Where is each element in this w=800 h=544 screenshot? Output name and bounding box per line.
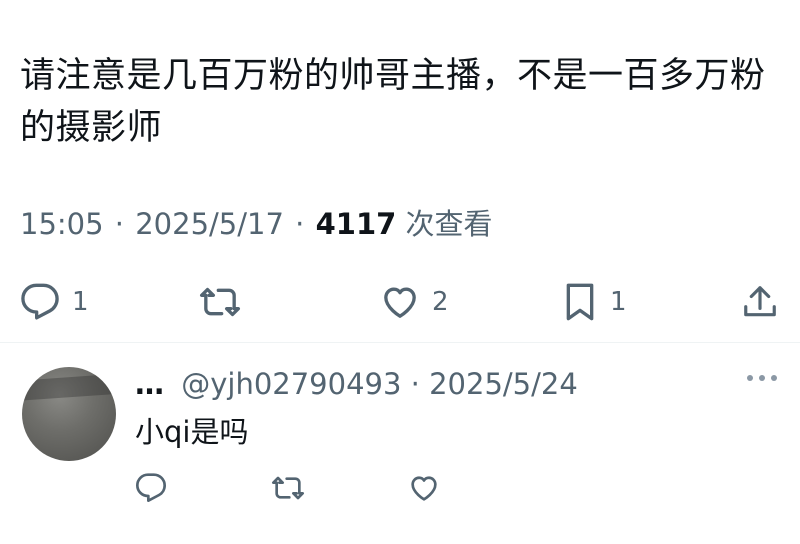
like-count: 2 [432, 287, 449, 317]
bookmark-count: 1 [610, 287, 627, 317]
share-icon [741, 282, 779, 322]
avatar[interactable] [22, 367, 116, 461]
share-button[interactable] [741, 282, 779, 322]
retweet-icon [270, 472, 306, 504]
tweet-date[interactable]: 2025/5/17 [135, 207, 284, 241]
divider [0, 342, 800, 343]
tweet-detail-page: 请注意是几百万粉的帅哥主播，不是一百多万粉的摄影师 15:05 · 2025/5… [0, 0, 800, 544]
reply-text: 小qi是吗 [135, 415, 249, 449]
views-count[interactable]: 4117 [316, 207, 397, 241]
reply-icon [20, 282, 60, 322]
tweet-time[interactable]: 15:05 [20, 207, 104, 241]
like-button[interactable]: 2 [380, 282, 449, 322]
retweet-button[interactable] [198, 282, 242, 322]
reply-reply-button[interactable] [135, 472, 167, 504]
like-icon [408, 472, 440, 504]
like-icon [380, 282, 420, 322]
retweet-icon [198, 282, 242, 322]
tweet-meta: 15:05 · 2025/5/17 · 4117 次查看 [20, 207, 493, 241]
views-label[interactable]: 次查看 [406, 207, 493, 241]
reply-date[interactable]: 2025/5/24 [429, 367, 578, 401]
reply-icon [135, 472, 167, 504]
reply-handle[interactable]: @yjh02790493 [181, 367, 401, 401]
reply-like-button[interactable] [408, 472, 440, 504]
reply-count: 1 [72, 287, 89, 317]
reply-separator: · [410, 367, 420, 401]
bookmark-button[interactable]: 1 [562, 282, 627, 322]
tweet-text: 请注意是几百万粉的帅哥主播，不是一百多万粉的摄影师 [20, 56, 766, 148]
reply-header: … @yjh02790493 · 2025/5/24 [135, 364, 578, 404]
reply-button[interactable]: 1 [20, 282, 89, 322]
bookmark-icon [562, 282, 598, 322]
reply-retweet-button[interactable] [270, 472, 306, 504]
reply-author-name[interactable]: … [135, 367, 164, 401]
more-icon[interactable] [744, 370, 780, 390]
